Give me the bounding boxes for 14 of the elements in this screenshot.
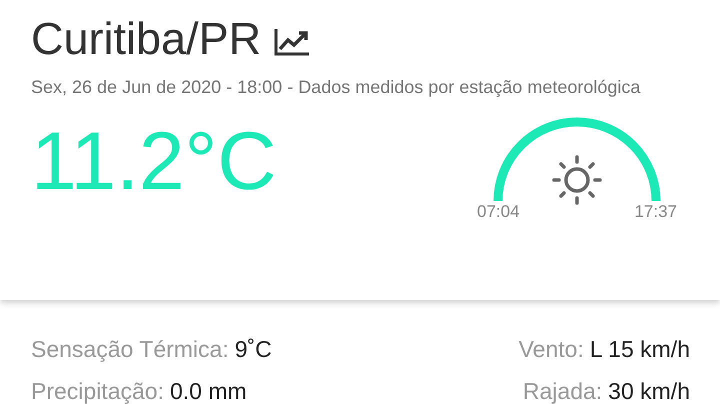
trend-chart-icon[interactable] xyxy=(273,27,312,57)
detail-label: Vento: xyxy=(518,336,584,362)
date-subtitle: Sex, 26 de Jun de 2020 - 18:00 - Dados medidos por estação meteorológica xyxy=(31,76,642,99)
detail-label: Sensação Térmica: xyxy=(31,336,229,362)
sunset-time: 17:37 xyxy=(634,202,677,222)
city-title: Curitiba/PR xyxy=(31,12,262,66)
detail-value: 0.0 mm xyxy=(170,378,247,404)
detail-label: Precipitação: xyxy=(31,378,164,404)
detail-value: 30 km/h xyxy=(608,378,690,404)
detail-value: L 15 km/h xyxy=(590,336,690,362)
sunrise-time: 07:04 xyxy=(477,202,520,222)
temperature-reading: 11.2°C xyxy=(31,115,277,209)
detail-label: Rajada: xyxy=(522,378,602,404)
detail-value: 9˚C xyxy=(234,336,272,362)
